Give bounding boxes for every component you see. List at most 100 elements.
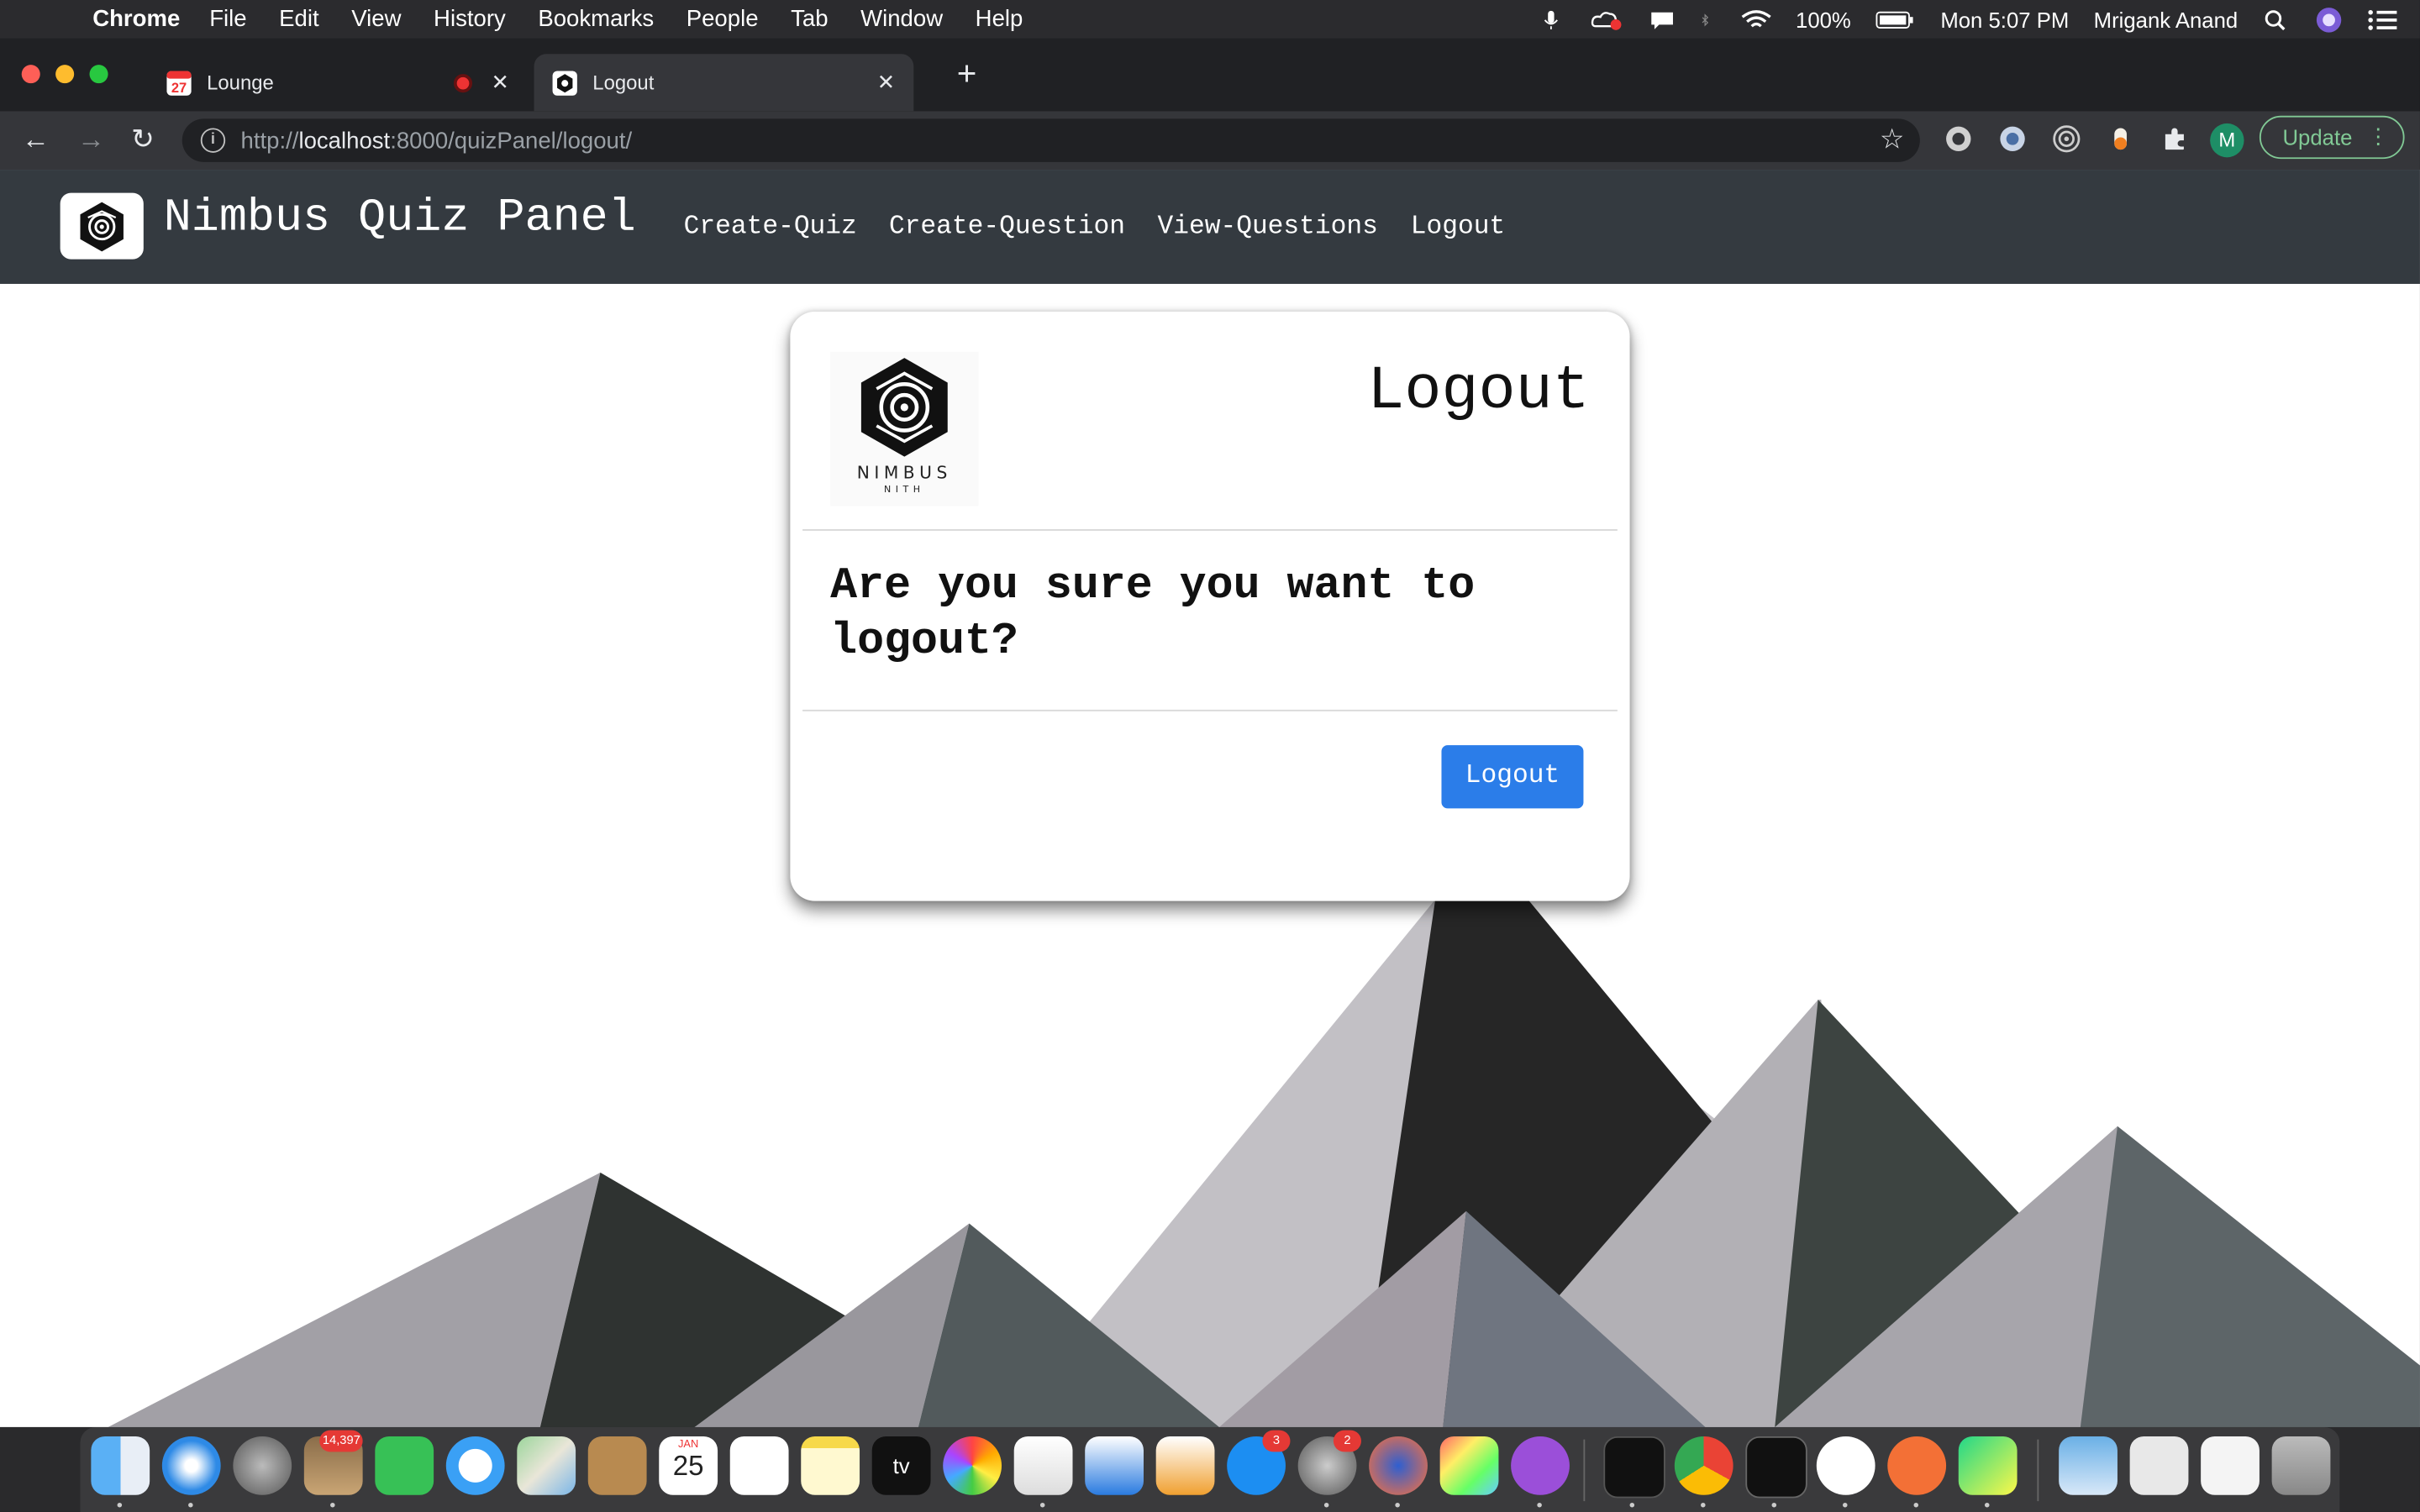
pycharm-icon[interactable]: [1958, 1436, 2018, 1495]
card-divider: [802, 709, 1618, 711]
menu-window[interactable]: Window: [860, 6, 943, 32]
menu-history[interactable]: History: [434, 6, 506, 32]
card-logo-text: NIMBUS: [856, 463, 952, 483]
window-zoom-button[interactable]: [89, 65, 108, 84]
tab-lounge-title: Lounge: [207, 71, 274, 95]
chrome-icon[interactable]: [1674, 1436, 1733, 1495]
menu-edit[interactable]: Edit: [279, 6, 318, 32]
more-menu-icon[interactable]: ⋮: [2367, 123, 2389, 150]
svg-text:27: 27: [171, 79, 187, 95]
nav-view-questions[interactable]: View-Questions: [1158, 213, 1378, 242]
nav-create-quiz[interactable]: Create-Quiz: [684, 213, 857, 242]
notification-icon[interactable]: [1648, 8, 1676, 30]
brand-logo[interactable]: [60, 192, 144, 260]
running-indicator: [1323, 1502, 1329, 1508]
menubar-clock[interactable]: Mon 5:07 PM: [1940, 7, 2069, 31]
running-indicator: [1395, 1502, 1400, 1508]
address-bar[interactable]: i http://localhost:8000/quizPanel/logout…: [182, 118, 1920, 162]
apple-tv-icon[interactable]: tv: [871, 1436, 931, 1495]
terminal-icon[interactable]: [1745, 1436, 1807, 1499]
wifi-icon[interactable]: [1740, 8, 1771, 30]
firefox-icon[interactable]: [1369, 1436, 1428, 1495]
menubar-user[interactable]: Mrigank Anand: [2094, 7, 2238, 31]
new-tab-icon[interactable]: +: [957, 56, 977, 91]
extension-blue-icon[interactable]: [1999, 125, 2027, 153]
activity-monitor-icon[interactable]: [1603, 1436, 1665, 1499]
safari-icon[interactable]: [161, 1436, 221, 1495]
nimbus-logo-icon: [80, 201, 124, 251]
site-info-icon[interactable]: i: [200, 128, 226, 153]
tab-logout[interactable]: Logout ✕: [534, 54, 914, 112]
reload-icon[interactable]: ↻: [131, 123, 155, 156]
menu-tab[interactable]: Tab: [791, 6, 828, 32]
postman-icon[interactable]: [1887, 1436, 1947, 1495]
logout-button[interactable]: Logout: [1441, 745, 1584, 809]
window-minimize-button[interactable]: [55, 65, 75, 84]
notes-icon[interactable]: [801, 1436, 860, 1495]
photos-icon[interactable]: [943, 1436, 1002, 1495]
spotlight-search-icon[interactable]: [2263, 8, 2291, 30]
extensions-puzzle-icon[interactable]: [2160, 125, 2188, 153]
url-path: :8000/quizPanel/logout/: [390, 127, 633, 154]
pages-icon[interactable]: [1155, 1436, 1215, 1495]
brand-title[interactable]: Nimbus Quiz Panel: [164, 193, 636, 245]
microphone-icon[interactable]: [1536, 8, 1564, 30]
bluetooth-icon[interactable]: [1700, 8, 1715, 30]
creative-cloud-icon[interactable]: [1589, 8, 1623, 30]
running-indicator: [330, 1502, 335, 1508]
battery-icon[interactable]: [1876, 8, 1916, 30]
tab-lounge-close-icon[interactable]: ✕: [492, 70, 510, 96]
nimbus-icon: [552, 70, 577, 95]
extension-target-icon[interactable]: [2053, 125, 2081, 153]
running-indicator: [1913, 1502, 1919, 1508]
maps-icon[interactable]: [517, 1436, 576, 1495]
profile-avatar[interactable]: M: [2210, 123, 2244, 158]
card-logo-subtext: NITH: [884, 484, 925, 496]
menu-help[interactable]: Help: [976, 6, 1023, 32]
mongodb-compass-icon[interactable]: [1816, 1436, 1876, 1495]
color-picker-icon[interactable]: [1439, 1436, 1499, 1495]
numbers-icon[interactable]: [1013, 1436, 1073, 1495]
web-page: Nimbus Quiz Panel Create-Quiz Create-Que…: [0, 170, 2420, 1427]
forward-arrow-icon[interactable]: →: [77, 123, 105, 156]
bookmark-star-icon[interactable]: ☆: [1880, 123, 1905, 156]
launchpad-icon[interactable]: [233, 1436, 292, 1495]
notification-center-icon[interactable]: [2367, 8, 2398, 30]
nav-logout[interactable]: Logout: [1411, 213, 1505, 242]
logout-card: NIMBUS NITH Logout Are you sure you want…: [790, 312, 1630, 901]
site-navbar: Nimbus Quiz Panel Create-Quiz Create-Que…: [0, 170, 2420, 284]
menu-view[interactable]: View: [351, 6, 401, 32]
keynote-icon[interactable]: [1085, 1436, 1144, 1495]
downloads-stack-icon[interactable]: [2059, 1436, 2118, 1495]
messages-icon[interactable]: [445, 1436, 505, 1495]
extension-grammarly-icon[interactable]: [1944, 125, 1972, 153]
podcasts-icon[interactable]: [1511, 1436, 1570, 1495]
trash-icon[interactable]: [2271, 1436, 2331, 1495]
minimized-window-thumbnail[interactable]: [2201, 1436, 2260, 1495]
menu-file[interactable]: File: [209, 6, 246, 32]
siri-icon[interactable]: [2315, 5, 2343, 33]
menu-app-name[interactable]: Chrome: [92, 6, 180, 32]
url-host: localhost: [298, 127, 391, 154]
chrome-update-button[interactable]: Update ⋮: [2259, 115, 2405, 160]
running-indicator: [1629, 1502, 1635, 1508]
tab-logout-close-icon[interactable]: ✕: [877, 70, 896, 96]
reminders-icon[interactable]: [729, 1436, 789, 1495]
menu-people[interactable]: People: [687, 6, 759, 32]
contacts-icon[interactable]: [587, 1436, 647, 1495]
finder-icon[interactable]: [91, 1436, 150, 1495]
running-indicator: [1984, 1502, 1990, 1508]
extension-honey-icon[interactable]: [2107, 125, 2134, 153]
minimized-window-thumbnail[interactable]: [2129, 1436, 2189, 1495]
menu-bookmarks[interactable]: Bookmarks: [538, 6, 654, 32]
system-preferences-badge: 2: [1333, 1430, 1361, 1452]
window-close-button[interactable]: [21, 65, 40, 84]
running-indicator: [1039, 1502, 1045, 1508]
tab-lounge[interactable]: 27 Lounge ✕: [148, 54, 528, 111]
nav-create-question[interactable]: Create-Question: [889, 213, 1125, 242]
calendar-app-icon[interactable]: JAN 25: [659, 1436, 718, 1495]
dock-separator: [1583, 1439, 1586, 1502]
calendar-month: JAN: [678, 1439, 699, 1451]
facetime-icon[interactable]: [375, 1436, 434, 1495]
back-arrow-icon[interactable]: ←: [22, 123, 50, 156]
